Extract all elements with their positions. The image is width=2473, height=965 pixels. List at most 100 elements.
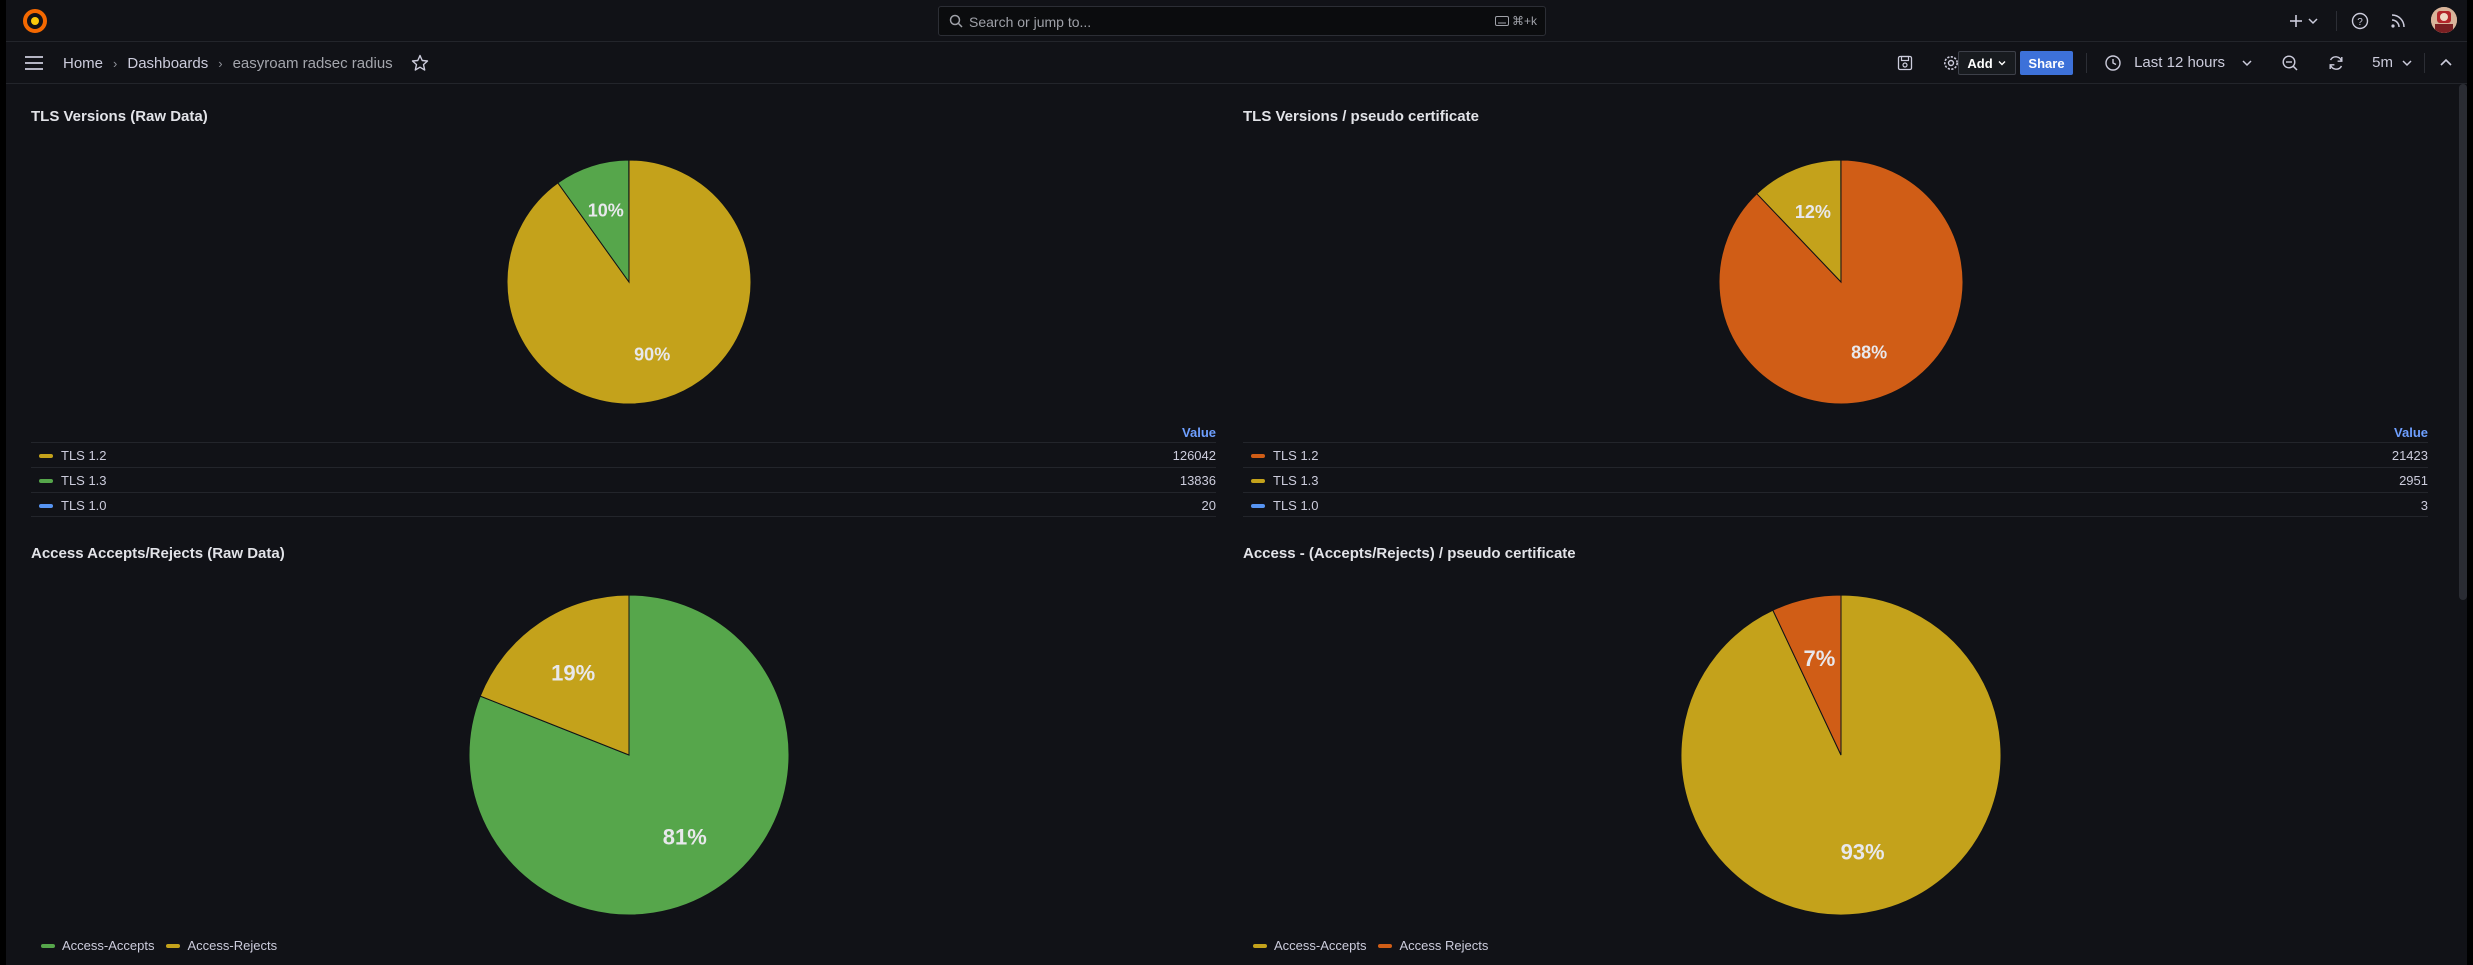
chevron-down-icon[interactable] (2307, 12, 2319, 30)
refresh-interval-picker[interactable]: 5m (2372, 54, 2393, 71)
share-button-label: Share (2028, 55, 2065, 71)
user-avatar-icon (2431, 7, 2457, 33)
panel-access-pseudo: Access - (Accepts/Rejects) / pseudo cert… (1243, 545, 2428, 965)
legend-item[interactable]: Access Rejects (1378, 938, 1488, 953)
legend-value: 3 (2420, 498, 2428, 513)
keyboard-icon (1494, 16, 1509, 26)
slice-percent-label: 88% (1851, 343, 1887, 363)
chevron-down-icon[interactable] (2401, 54, 2413, 72)
slice-percent-label: 10% (588, 200, 624, 220)
legend-value: 21423 (2391, 448, 2428, 463)
breadcrumb-home[interactable]: Home (63, 55, 103, 72)
breadcrumb-current-dashboard: easyroam radsec radius (232, 54, 393, 72)
chevron-up-icon[interactable] (2437, 54, 2455, 72)
search-input[interactable]: Search or jump to... ⌘+k (938, 6, 1546, 36)
legend-name: TLS 1.3 (61, 473, 107, 488)
legend-name: TLS 1.3 (1273, 473, 1319, 488)
help-icon[interactable]: ? (2351, 12, 2369, 30)
chevron-down-icon[interactable] (2241, 54, 2253, 72)
divider (2424, 53, 2425, 73)
pie-chart: 90% 10% (506, 159, 752, 405)
slice-percent-label: 12% (1795, 202, 1831, 222)
legend-swatch (39, 454, 53, 458)
legend-swatch (1253, 943, 1267, 948)
search-icon (949, 14, 963, 28)
legend-name: Access-Accepts (1274, 938, 1367, 953)
legend-swatch (39, 504, 53, 508)
legend-swatch (1251, 454, 1265, 458)
legend-row[interactable]: TLS 1.2 126042 (31, 442, 1216, 467)
slice-percent-label: 90% (634, 344, 670, 364)
dashboard-actions: Add Share Last 12 hours 5m (1877, 42, 2467, 83)
legend-swatch (1251, 504, 1265, 508)
slice-percent-label: 81% (663, 825, 707, 850)
pie-chart: 81% 19% (468, 594, 790, 916)
legend-item[interactable]: Access-Accepts (1253, 938, 1366, 953)
share-button[interactable]: Share (2020, 51, 2073, 75)
app-frame: Search or jump to... ⌘+k ? Home › Dashbo… (6, 0, 2467, 965)
legend-name: TLS 1.0 (1273, 498, 1319, 513)
news-feed-icon[interactable] (2389, 12, 2407, 30)
search-placeholder: Search or jump to... (969, 14, 1092, 30)
chevron-right-icon: › (113, 55, 118, 71)
legend-row[interactable]: TLS 1.0 3 (1243, 492, 2428, 517)
pie-chart: 88% 12% (1718, 159, 1964, 405)
legend-list: Access-Accepts Access Rejects (1253, 938, 1488, 953)
divider (2086, 53, 2087, 73)
legend-row[interactable]: TLS 1.3 13836 (31, 467, 1216, 492)
legend-value: 2951 (2399, 473, 2428, 488)
legend-table: Value TLS 1.2 126042 TLS 1.3 13836 TLS 1… (31, 425, 1216, 525)
legend-value-header[interactable]: Value (2394, 425, 2428, 440)
panel-access-raw: Access Accepts/Rejects (Raw Data) 81% 19%… (31, 545, 1216, 965)
legend-table: Value TLS 1.2 21423 TLS 1.3 2951 TLS 1.0… (1243, 425, 2428, 525)
slice-percent-label: 7% (1804, 646, 1836, 671)
slice-percent-label: 93% (1841, 840, 1885, 865)
legend-value: 13836 (1179, 473, 1216, 488)
legend-value: 20 (1201, 498, 1216, 513)
dashboard-nav-bar: Home › Dashboards › easyroam radsec radi… (6, 42, 2467, 84)
panel-tls-raw: TLS Versions (Raw Data) 90% 10% Value TLS… (31, 108, 1216, 523)
clock-icon (2105, 55, 2121, 71)
pie-chart: 93% 7% (1680, 594, 2002, 916)
time-range-picker[interactable]: Last 12 hours (2134, 54, 2225, 71)
legend-item[interactable]: Access-Accepts (41, 938, 154, 953)
legend-name: TLS 1.2 (61, 448, 107, 463)
refresh-icon[interactable] (2327, 54, 2345, 72)
chevron-right-icon: › (218, 55, 223, 71)
zoom-out-icon[interactable] (2281, 54, 2299, 72)
legend-value: 126042 (1172, 448, 1216, 463)
divider (2336, 11, 2337, 31)
legend-row[interactable]: TLS 1.2 21423 (1243, 442, 2428, 467)
slice-percent-label: 19% (551, 661, 595, 686)
legend-list: Access-Accepts Access-Rejects (41, 938, 277, 953)
menu-icon[interactable] (24, 54, 44, 72)
star-icon[interactable] (411, 54, 429, 72)
chevron-down-icon (1998, 61, 2006, 66)
add-button-label: Add (1967, 55, 1993, 71)
scrollbar[interactable] (2459, 84, 2467, 600)
save-icon[interactable] (1896, 54, 1914, 72)
legend-name: Access Rejects (1399, 938, 1489, 953)
legend-swatch (166, 943, 181, 948)
keyboard-shortcut: ⌘+k (1494, 14, 1537, 28)
add-button[interactable]: Add (1958, 51, 2016, 75)
top-right-actions: ? (2267, 0, 2467, 41)
legend-swatch (1251, 479, 1265, 483)
legend-value-header[interactable]: Value (1182, 425, 1216, 440)
top-bar: Search or jump to... ⌘+k ? (6, 0, 2467, 42)
avatar[interactable] (2431, 7, 2457, 33)
legend-row[interactable]: TLS 1.0 20 (31, 492, 1216, 517)
legend-name: TLS 1.0 (61, 498, 107, 513)
shortcut-label: ⌘+k (1511, 14, 1537, 28)
legend-row[interactable]: TLS 1.3 2951 (1243, 467, 2428, 492)
plus-icon[interactable] (2287, 12, 2305, 30)
panel-tls-pseudo: TLS Versions / pseudo certificate 88% 12%… (1243, 108, 2428, 523)
legend-item[interactable]: Access-Rejects (166, 938, 277, 953)
grafana-logo-icon[interactable] (22, 8, 48, 34)
legend-name: Access-Accepts (62, 938, 155, 953)
svg-text:?: ? (2357, 17, 2363, 28)
legend-swatch (1378, 943, 1393, 948)
breadcrumb-dashboards[interactable]: Dashboards (127, 55, 208, 72)
legend-name: TLS 1.2 (1273, 448, 1319, 463)
legend-swatch (41, 943, 55, 948)
